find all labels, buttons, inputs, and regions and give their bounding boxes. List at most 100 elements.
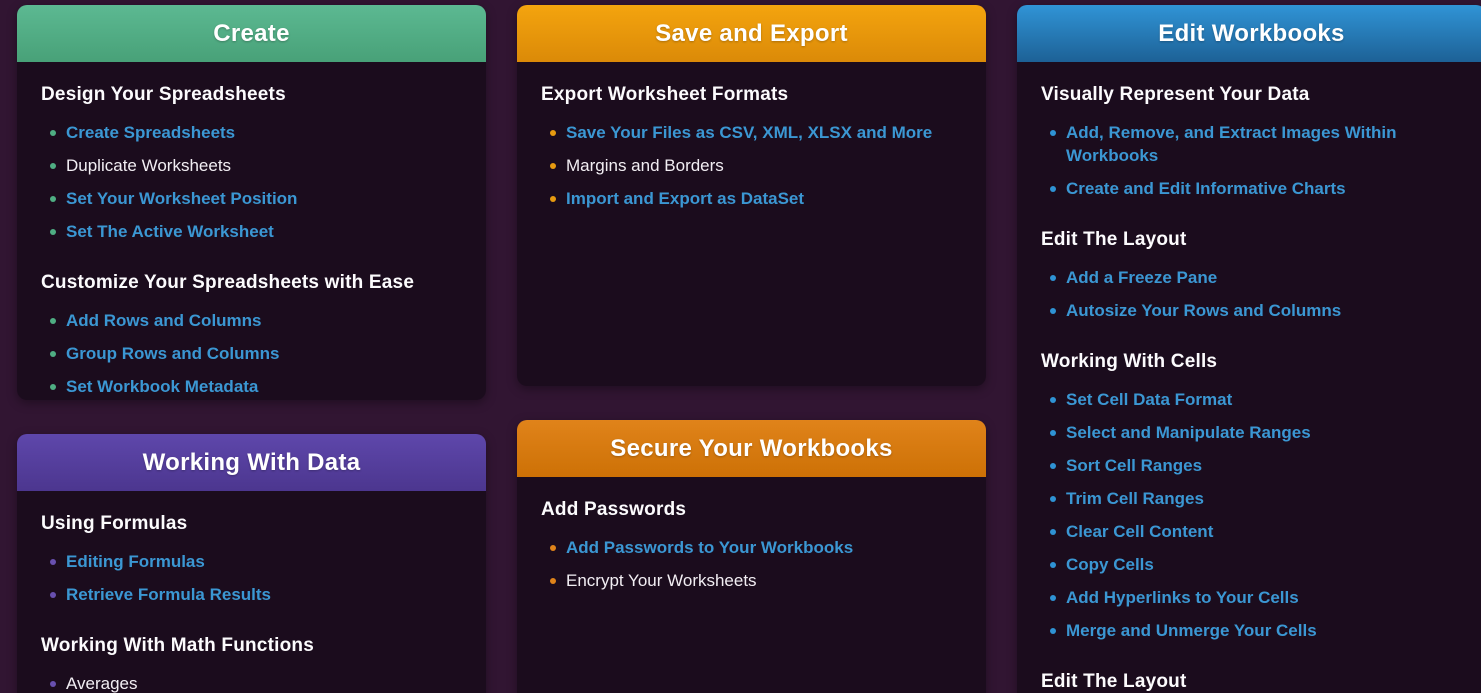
section-heading: Working With Math Functions [41,635,462,657]
column-right: Edit Workbooks Visually Represent Your D… [1017,5,1481,693]
card-body: Visually Represent Your Data Add, Remove… [1017,62,1481,693]
section-heading: Add Passwords [541,499,962,521]
list-item: Set The Active Worksheet [41,215,462,248]
doc-link[interactable]: Add a Freeze Pane [1066,268,1217,287]
section-heading: Working With Cells [1041,351,1462,373]
card-body: Export Worksheet Formats Save Your Files… [517,62,986,386]
list-item: Averages [41,667,462,693]
card-create: Create Design Your Spreadsheets Create S… [17,5,486,400]
list-item-label: Duplicate Worksheets [66,156,231,175]
doc-link[interactable]: Add Rows and Columns [66,311,262,330]
section-heading: Customize Your Spreadsheets with Ease [41,272,462,294]
list-item: Set Workbook Metadata [41,370,462,400]
doc-link[interactable]: Trim Cell Ranges [1066,489,1204,508]
section-heading: Design Your Spreadsheets [41,84,462,106]
section-heading: Edit The Layout [1041,229,1462,251]
column-middle: Save and Export Export Worksheet Formats… [517,5,986,693]
doc-link[interactable]: Clear Cell Content [1066,522,1213,541]
list-item: Add Rows and Columns [41,304,462,337]
list-item: Add, Remove, and Extract Images Within W… [1041,116,1462,172]
card-header-edit-workbooks: Edit Workbooks [1017,5,1481,62]
list-item: Copy Cells [1041,548,1462,581]
section-heading: Export Worksheet Formats [541,84,962,106]
item-list: Editing Formulas Retrieve Formula Result… [41,545,462,611]
card-secure-your-workbooks: Secure Your Workbooks Add Passwords Add … [517,420,986,693]
section-working-with-cells: Working With Cells Set Cell Data Format … [1041,351,1462,647]
card-header-working-with-data: Working With Data [17,434,486,491]
doc-link[interactable]: Set The Active Worksheet [66,222,274,241]
card-header-create: Create [17,5,486,62]
list-item: Set Cell Data Format [1041,383,1462,416]
section-customize-your-spreadsheets: Customize Your Spreadsheets with Ease Ad… [41,272,462,400]
list-item: Select and Manipulate Ranges [1041,416,1462,449]
card-title: Save and Export [655,20,848,48]
card-header-secure-your-workbooks: Secure Your Workbooks [517,420,986,477]
doc-link[interactable]: Editing Formulas [66,552,205,571]
list-item: Add a Freeze Pane [1041,261,1462,294]
list-item: Clear Cell Content [1041,515,1462,548]
item-list: Set Cell Data Format Select and Manipula… [1041,383,1462,647]
section-visually-represent-your-data: Visually Represent Your Data Add, Remove… [1041,84,1462,205]
doc-link[interactable]: Add Hyperlinks to Your Cells [1066,588,1299,607]
list-item: Duplicate Worksheets [41,149,462,182]
doc-link[interactable]: Autosize Your Rows and Columns [1066,301,1341,320]
list-item: Add Hyperlinks to Your Cells [1041,581,1462,614]
list-item: Retrieve Formula Results [41,578,462,611]
section-heading: Visually Represent Your Data [1041,84,1462,106]
list-item: Autosize Your Rows and Columns [1041,294,1462,327]
doc-link[interactable]: Add, Remove, and Extract Images Within W… [1066,123,1396,165]
list-item: Import and Export as DataSet [541,182,962,215]
doc-link[interactable]: Sort Cell Ranges [1066,456,1202,475]
list-item: Add Passwords to Your Workbooks [541,531,962,564]
doc-link[interactable]: Merge and Unmerge Your Cells [1066,621,1317,640]
list-item: Editing Formulas [41,545,462,578]
doc-link[interactable]: Save Your Files as CSV, XML, XLSX and Mo… [566,123,932,142]
list-item: Set Your Worksheet Position [41,182,462,215]
section-edit-the-layout-1: Edit The Layout Add a Freeze Pane Autosi… [1041,229,1462,327]
section-design-your-spreadsheets: Design Your Spreadsheets Create Spreadsh… [41,84,462,248]
section-working-with-math-functions: Working With Math Functions Averages [41,635,462,693]
card-title: Secure Your Workbooks [610,435,892,463]
card-title: Edit Workbooks [1158,20,1344,48]
card-header-save-and-export: Save and Export [517,5,986,62]
item-list: Create Spreadsheets Duplicate Worksheets… [41,116,462,248]
item-list: Averages [41,667,462,693]
card-edit-workbooks: Edit Workbooks Visually Represent Your D… [1017,5,1481,693]
list-item-label: Averages [66,674,138,693]
list-item: Create Spreadsheets [41,116,462,149]
section-export-worksheet-formats: Export Worksheet Formats Save Your Files… [541,84,962,215]
doc-link[interactable]: Select and Manipulate Ranges [1066,423,1311,442]
section-edit-the-layout-2: Edit The Layout Set Custom Cell Fonts Se… [1041,671,1462,693]
doc-link[interactable]: Set Cell Data Format [1066,390,1232,409]
doc-link[interactable]: Set Workbook Metadata [66,377,258,396]
doc-link[interactable]: Set Your Worksheet Position [66,189,297,208]
card-title: Working With Data [143,449,361,477]
item-list: Save Your Files as CSV, XML, XLSX and Mo… [541,116,962,215]
list-item: Create and Edit Informative Charts [1041,172,1462,205]
section-using-formulas: Using Formulas Editing Formulas Retrieve… [41,513,462,611]
doc-link[interactable]: Retrieve Formula Results [66,585,271,604]
doc-link[interactable]: Create Spreadsheets [66,123,235,142]
list-item: Trim Cell Ranges [1041,482,1462,515]
doc-link[interactable]: Create and Edit Informative Charts [1066,179,1346,198]
list-item: Save Your Files as CSV, XML, XLSX and Mo… [541,116,962,149]
doc-link[interactable]: Add Passwords to Your Workbooks [566,538,853,557]
item-list: Add Passwords to Your Workbooks Encrypt … [541,531,962,597]
card-working-with-data: Working With Data Using Formulas Editing… [17,434,486,693]
column-left: Create Design Your Spreadsheets Create S… [17,5,486,693]
feature-board: Create Design Your Spreadsheets Create S… [0,0,1481,693]
section-heading: Using Formulas [41,513,462,535]
doc-link[interactable]: Copy Cells [1066,555,1154,574]
list-item: Merge and Unmerge Your Cells [1041,614,1462,647]
list-item: Encrypt Your Worksheets [541,564,962,597]
card-body: Add Passwords Add Passwords to Your Work… [517,477,986,693]
list-item: Sort Cell Ranges [1041,449,1462,482]
card-title: Create [213,20,290,48]
list-item-label: Margins and Borders [566,156,724,175]
section-heading: Edit The Layout [1041,671,1462,693]
doc-link[interactable]: Group Rows and Columns [66,344,279,363]
card-body: Using Formulas Editing Formulas Retrieve… [17,491,486,693]
doc-link[interactable]: Import and Export as DataSet [566,189,804,208]
list-item: Group Rows and Columns [41,337,462,370]
item-list: Add, Remove, and Extract Images Within W… [1041,116,1462,205]
